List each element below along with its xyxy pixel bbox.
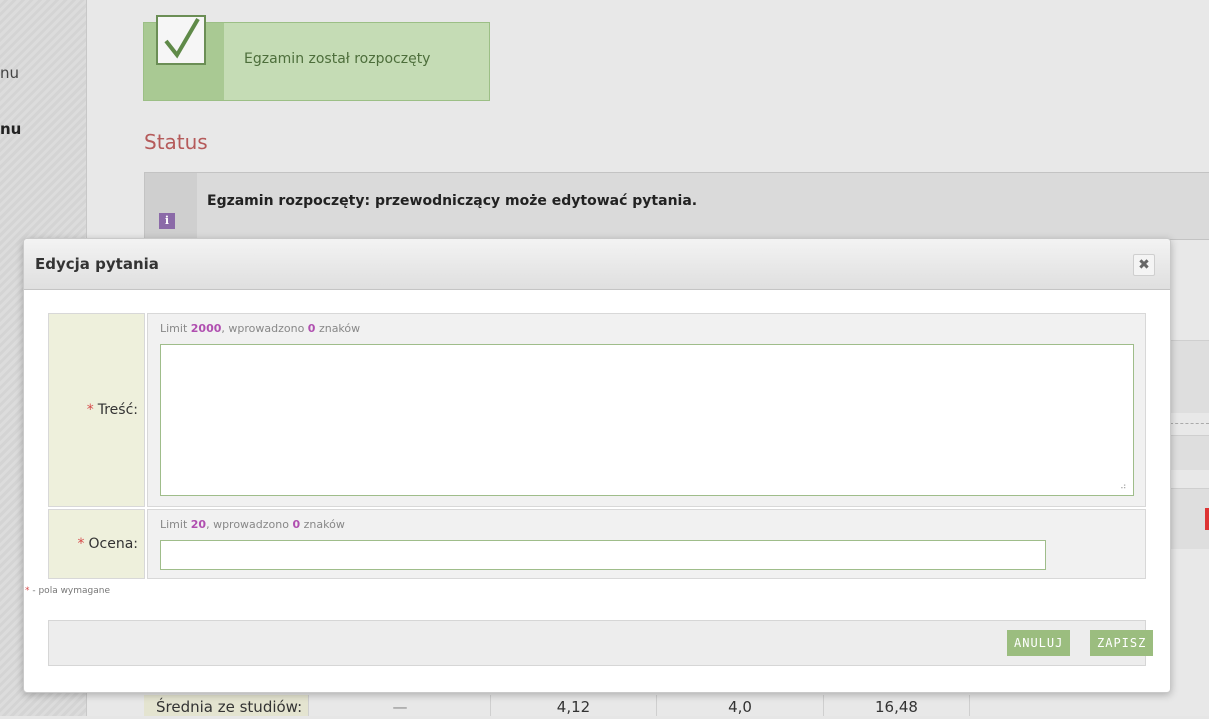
- background-panel: [1169, 488, 1209, 549]
- background-panel: [1169, 435, 1209, 470]
- entered-count: 0: [292, 518, 301, 531]
- content-textarea[interactable]: [160, 344, 1134, 496]
- resize-handle-icon[interactable]: ⠴: [1120, 482, 1142, 505]
- dialog-header[interactable]: Edycja pytania ✖: [24, 239, 1170, 290]
- limit-value: 20: [190, 518, 207, 531]
- grade-label-text: Ocena:: [88, 536, 139, 552]
- averages-value: 4,0: [657, 695, 824, 716]
- info-icon: i: [159, 213, 175, 229]
- sidebar-item[interactable]: nu: [0, 64, 19, 82]
- background-marker: [1205, 508, 1209, 530]
- close-icon[interactable]: ✖: [1133, 254, 1155, 276]
- checkmark-icon: [156, 15, 206, 65]
- save-button[interactable]: ZAPISZ: [1090, 630, 1154, 656]
- success-message: Egzamin został rozpoczęty: [244, 51, 431, 67]
- required-fields-note: * - pola wymagane: [25, 586, 111, 596]
- averages-value: —: [310, 695, 491, 716]
- cancel-button[interactable]: ANULUJ: [1007, 630, 1071, 656]
- sidebar-item-active[interactable]: nu: [0, 120, 21, 138]
- grade-char-limit: Limit 20, wprowadzono 0 znaków: [160, 518, 345, 531]
- background-panel: [1169, 340, 1209, 413]
- averages-value: 4,12: [491, 695, 657, 716]
- dialog-title: Edycja pytania: [35, 255, 159, 273]
- required-marker: *: [86, 402, 94, 418]
- content-label: * Treść:: [48, 313, 145, 507]
- content-char-limit: Limit 2000, wprowadzono 0 znaków: [160, 322, 361, 335]
- content-field-row: * Treść: Limit 2000, wprowadzono 0 znakó…: [48, 313, 1146, 507]
- grade-label: * Ocena:: [48, 509, 145, 579]
- dialog-button-bar: ANULUJ ZAPISZ: [48, 620, 1154, 666]
- required-marker: *: [77, 536, 85, 552]
- content-label-text: Treść:: [97, 402, 138, 418]
- grade-field-row: * Ocena: Limit 20, wprowadzono 0 znaków: [48, 509, 1146, 579]
- status-info-text: Egzamin rozpoczęty: przewodniczący może …: [207, 193, 698, 209]
- limit-value: 2000: [190, 322, 222, 335]
- success-alert: Egzamin został rozpoczęty: [143, 15, 490, 101]
- averages-label: Średnia ze studiów:: [144, 695, 309, 716]
- averages-value: 16,48: [824, 695, 970, 716]
- status-info-box: i Egzamin rozpoczęty: przewodniczący moż…: [144, 172, 1209, 240]
- content-field-cell: Limit 2000, wprowadzono 0 znaków ⠴: [147, 313, 1146, 507]
- status-heading: Status: [144, 130, 208, 154]
- grade-field-cell: Limit 20, wprowadzono 0 znaków: [147, 509, 1146, 579]
- grade-input[interactable]: [160, 540, 1046, 570]
- divider: [1170, 423, 1209, 424]
- success-icon-area: [144, 15, 224, 100]
- edit-question-dialog: Edycja pytania ✖ * Treść: Limit 2000, wp…: [23, 238, 1171, 693]
